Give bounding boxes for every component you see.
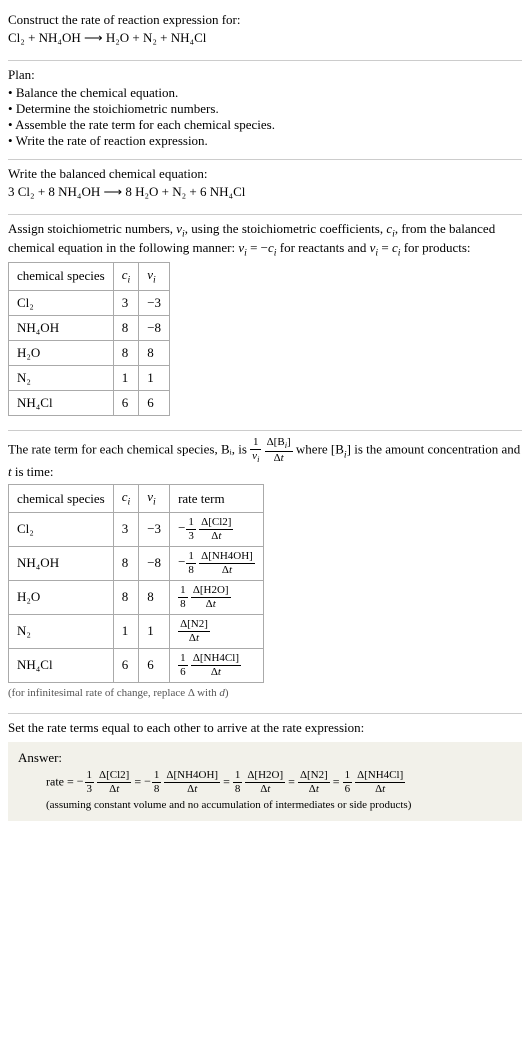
- table-row: H₂O8818 Δ[H2O]Δt: [9, 580, 264, 614]
- vi-cell: 8: [139, 340, 170, 365]
- species-cell: N₂: [9, 365, 114, 390]
- species-cell: NH₄Cl: [9, 648, 114, 682]
- ci-cell: 3: [113, 290, 139, 315]
- header-equation: Cl₂ + NH₄OH ⟶ H₂O + N₂ + NH₄Cl: [8, 30, 522, 46]
- species-cell: NH₄OH: [9, 546, 114, 580]
- table-row: H₂O88: [9, 340, 170, 365]
- plan-section: Plan: Balance the chemical equation.Dete…: [8, 61, 522, 160]
- species-cell: H₂O: [9, 580, 114, 614]
- table-row: NH₄Cl6616 Δ[NH4Cl]Δt: [9, 648, 264, 682]
- vi-cell: 6: [139, 648, 170, 682]
- species-cell: NH₄OH: [9, 315, 114, 340]
- species-cell: Cl₂: [9, 290, 114, 315]
- rate-cell: −18 Δ[NH4OH]Δt: [170, 546, 264, 580]
- plan-item: Write the rate of reaction expression.: [8, 133, 522, 149]
- species-cell: H₂O: [9, 340, 114, 365]
- header-section: Construct the rate of reaction expressio…: [8, 6, 522, 61]
- vi-cell: −3: [139, 512, 170, 546]
- ci-cell: 1: [113, 614, 139, 648]
- stoich-intro: Assign stoichiometric numbers, νi, using…: [8, 221, 522, 258]
- table-row: NH₄OH8−8: [9, 315, 170, 340]
- balanced-equation: 3 Cl₂ + 8 NH₄OH ⟶ 8 H₂O + N₂ + 6 NH₄Cl: [8, 184, 522, 200]
- stoich-section: Assign stoichiometric numbers, νi, using…: [8, 215, 522, 431]
- ci-cell: 8: [113, 580, 139, 614]
- rateterm-header-ci: ci: [113, 485, 139, 513]
- plan-item: Balance the chemical equation.: [8, 85, 522, 101]
- rateterm-header-vi: νi: [139, 485, 170, 513]
- species-cell: NH₄Cl: [9, 390, 114, 415]
- species-cell: Cl₂: [9, 512, 114, 546]
- species-cell: N₂: [9, 614, 114, 648]
- ci-cell: 6: [113, 648, 139, 682]
- vi-cell: −8: [139, 315, 170, 340]
- rateterm-intro: The rate term for each chemical species,…: [8, 437, 522, 480]
- rateterm-footnote: (for infinitesimal rate of change, repla…: [8, 687, 522, 699]
- ci-cell: 6: [113, 390, 139, 415]
- setrate-title: Set the rate terms equal to each other t…: [8, 720, 522, 736]
- stoich-header-ci: ci: [113, 263, 139, 291]
- table-row: NH₄Cl66: [9, 390, 170, 415]
- vi-cell: −3: [139, 290, 170, 315]
- rate-cell: Δ[N2]Δt: [170, 614, 264, 648]
- rate-cell: 16 Δ[NH4Cl]Δt: [170, 648, 264, 682]
- table-row: N₂11Δ[N2]Δt: [9, 614, 264, 648]
- answer-rate-line: rate = −13 Δ[Cl2]Δt = −18 Δ[NH4OH]Δt = 1…: [18, 770, 512, 795]
- table-row: Cl₂3−3−13 Δ[Cl2]Δt: [9, 512, 264, 546]
- ci-cell: 8: [113, 315, 139, 340]
- stoich-header-vi: νi: [139, 263, 170, 291]
- ci-cell: 3: [113, 512, 139, 546]
- table-row: NH₄OH8−8−18 Δ[NH4OH]Δt: [9, 546, 264, 580]
- page: Construct the rate of reaction expressio…: [0, 0, 530, 841]
- vi-cell: −8: [139, 546, 170, 580]
- rateterm-header-species: chemical species: [9, 485, 114, 513]
- rateterm-section: The rate term for each chemical species,…: [8, 431, 522, 714]
- rate-cell: 18 Δ[H2O]Δt: [170, 580, 264, 614]
- balanced-section: Write the balanced chemical equation: 3 …: [8, 160, 522, 215]
- plan-list: Balance the chemical equation.Determine …: [8, 85, 522, 149]
- setrate-section: Set the rate terms equal to each other t…: [8, 714, 522, 831]
- rateterm-table: chemical species ci νi rate term Cl₂3−3−…: [8, 484, 264, 683]
- table-row: Cl₂3−3: [9, 290, 170, 315]
- vi-cell: 6: [139, 390, 170, 415]
- answer-box: Answer: rate = −13 Δ[Cl2]Δt = −18 Δ[NH4O…: [8, 742, 522, 821]
- answer-note: (assuming constant volume and no accumul…: [18, 799, 512, 811]
- ci-cell: 8: [113, 340, 139, 365]
- rateterm-header-rate: rate term: [170, 485, 264, 513]
- balanced-title: Write the balanced chemical equation:: [8, 166, 522, 182]
- answer-label: Answer:: [18, 750, 512, 766]
- ci-cell: 8: [113, 546, 139, 580]
- vi-cell: 1: [139, 365, 170, 390]
- vi-cell: 1: [139, 614, 170, 648]
- rate-cell: −13 Δ[Cl2]Δt: [170, 512, 264, 546]
- header-prompt: Construct the rate of reaction expressio…: [8, 12, 522, 28]
- stoich-header-species: chemical species: [9, 263, 114, 291]
- plan-title: Plan:: [8, 67, 522, 83]
- plan-item: Assemble the rate term for each chemical…: [8, 117, 522, 133]
- vi-cell: 8: [139, 580, 170, 614]
- table-row: N₂11: [9, 365, 170, 390]
- plan-item: Determine the stoichiometric numbers.: [8, 101, 522, 117]
- stoich-table: chemical species ci νi Cl₂3−3NH₄OH8−8H₂O…: [8, 262, 170, 416]
- ci-cell: 1: [113, 365, 139, 390]
